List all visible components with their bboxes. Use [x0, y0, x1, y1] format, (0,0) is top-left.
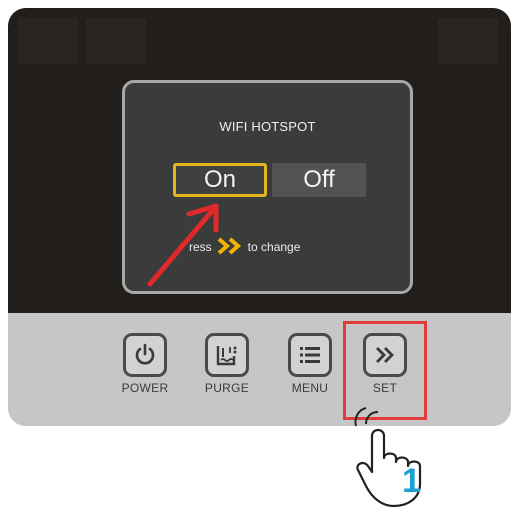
pointing-hand-icon: 1 [354, 407, 422, 508]
step-number: 1 [402, 462, 421, 500]
